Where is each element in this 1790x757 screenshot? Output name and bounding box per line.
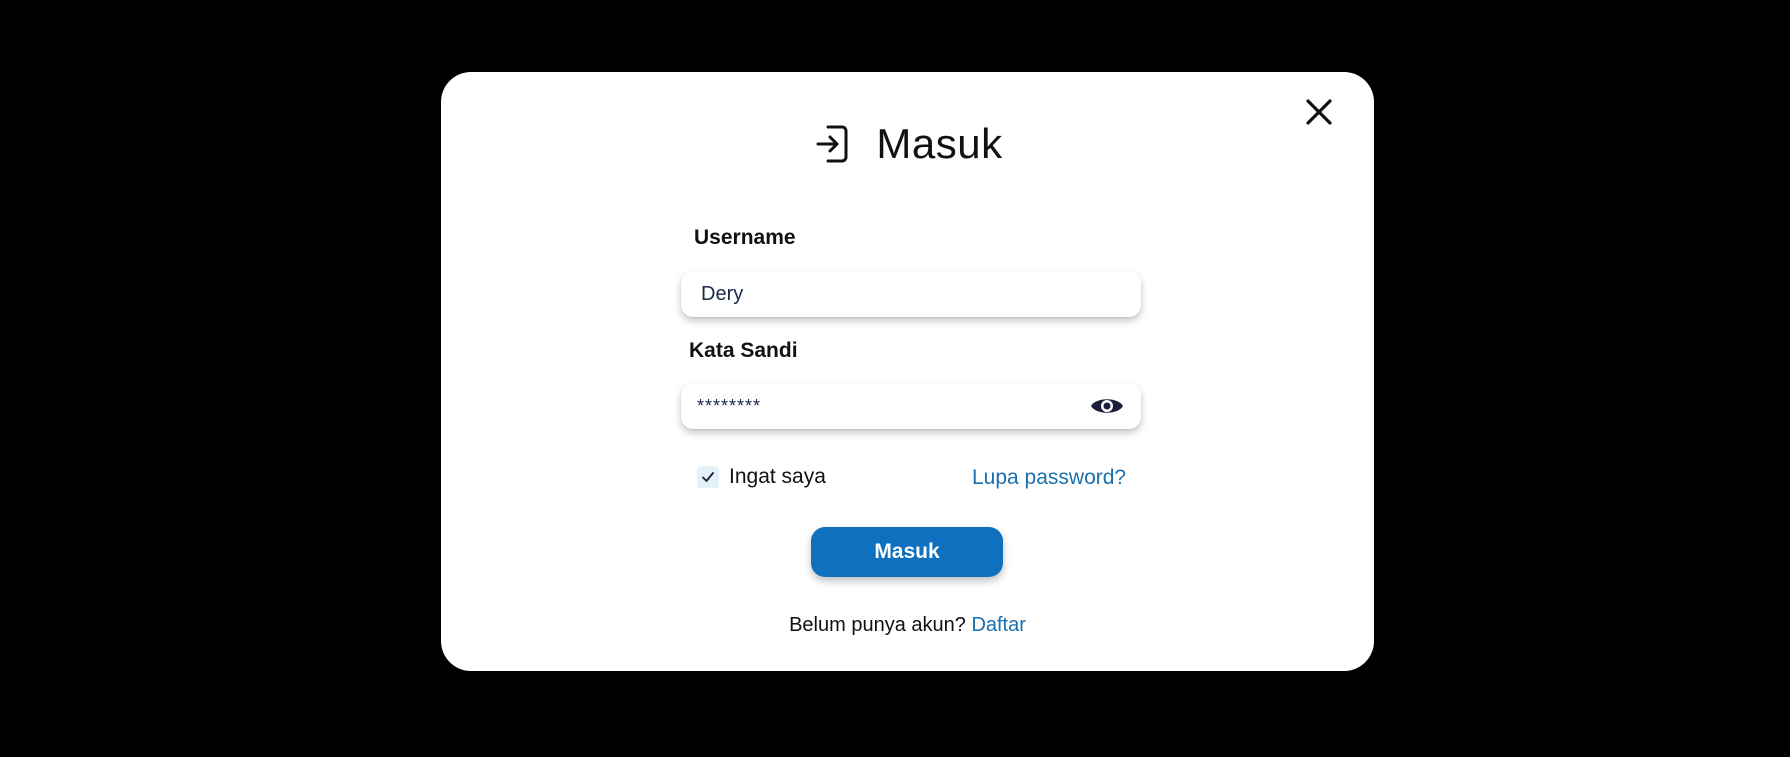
password-input[interactable] (681, 383, 1141, 429)
remember-me[interactable]: Ingat saya (697, 465, 826, 489)
page-title: Masuk (876, 120, 1003, 167)
register-prompt: Belum punya akun? Daftar (441, 614, 1374, 637)
check-icon (702, 472, 714, 482)
password-label: Kata Sandi (689, 339, 798, 362)
username-input[interactable] (681, 271, 1141, 317)
show-password-button[interactable] (1089, 392, 1125, 420)
remember-checkbox[interactable] (697, 466, 719, 488)
login-button[interactable]: Masuk (811, 527, 1003, 577)
remember-label: Ingat saya (729, 465, 826, 488)
register-prompt-text: Belum punya akun? (789, 614, 966, 636)
eye-icon[interactable] (1090, 395, 1124, 417)
password-field[interactable] (681, 383, 1141, 429)
username-field[interactable] (681, 271, 1141, 317)
modal-header: Masuk (441, 114, 1374, 174)
forgot-password-link[interactable]: Lupa password? (972, 466, 1126, 490)
login-modal: Masuk Username Kata Sandi Ingat saya Lup… (441, 72, 1374, 671)
register-link[interactable]: Daftar (971, 614, 1025, 636)
username-label: Username (694, 226, 796, 249)
login-icon (812, 122, 852, 166)
